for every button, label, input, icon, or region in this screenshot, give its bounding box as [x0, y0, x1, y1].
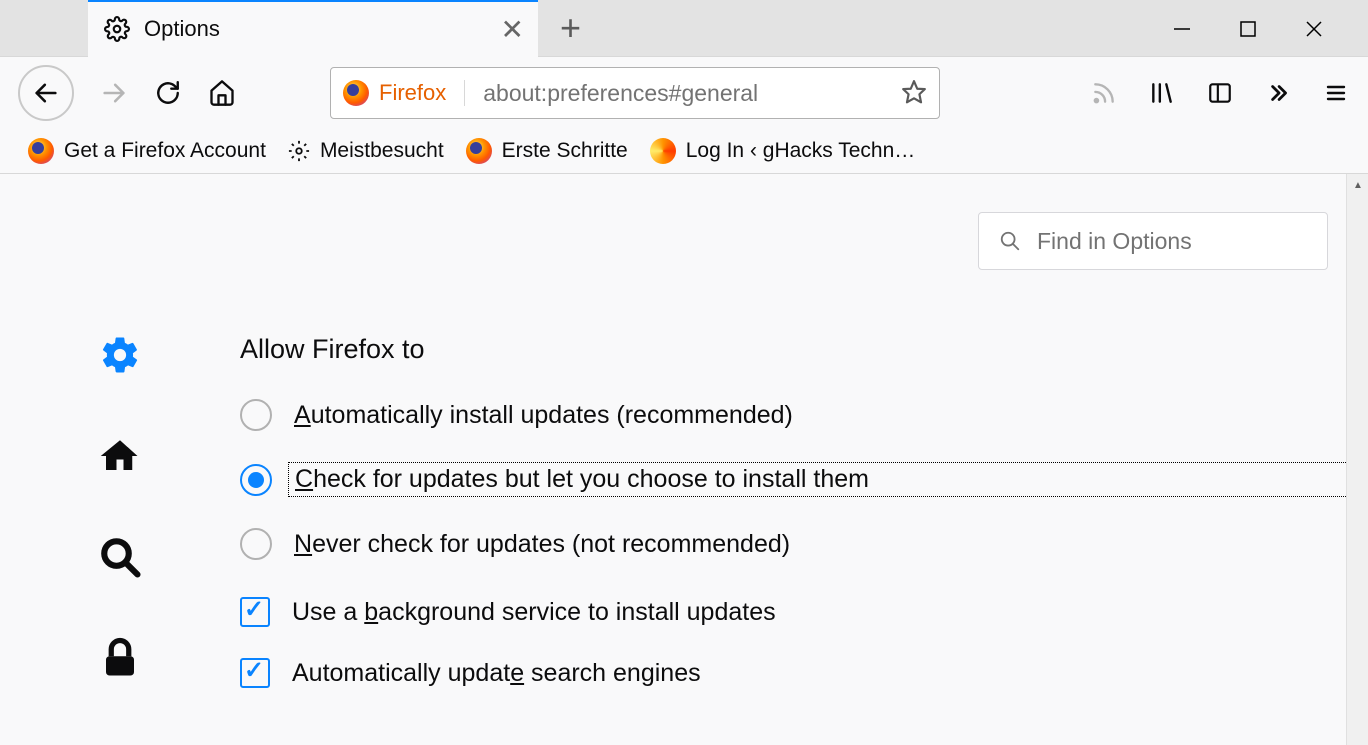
bookmark-meistbesucht[interactable]: Meistbesucht [288, 139, 444, 163]
maximize-button[interactable] [1232, 13, 1264, 45]
swirl-icon [650, 138, 676, 164]
radio-input[interactable] [240, 528, 272, 560]
radio-input[interactable] [240, 399, 272, 431]
radio-auto-install[interactable]: Automatically install updates (recommend… [240, 399, 1368, 431]
bookmark-label: Get a Firefox Account [64, 139, 266, 163]
sidebar-item-home[interactable] [99, 435, 141, 480]
firefox-icon [28, 138, 54, 164]
search-placeholder: Find in Options [1037, 228, 1192, 255]
checkbox-input[interactable] [240, 658, 270, 688]
menu-icon[interactable] [1322, 79, 1350, 107]
option-label: Automatically install updates (recommend… [294, 401, 793, 430]
search-icon [99, 536, 141, 578]
scroll-up-arrow[interactable]: ▲ [1347, 174, 1368, 196]
window-controls [1166, 0, 1368, 57]
firefox-icon [343, 80, 369, 106]
bookmark-erste-schritte[interactable]: Erste Schritte [466, 138, 628, 164]
bookmark-label: Erste Schritte [502, 139, 628, 163]
url-brand-label: Firefox [379, 80, 446, 106]
browser-tab-options[interactable]: Options ✕ [88, 0, 538, 57]
gear-icon [99, 334, 141, 376]
nav-bar: Firefox about:preferences#general [0, 57, 1368, 129]
gear-icon [104, 16, 130, 42]
search-options-input[interactable]: Find in Options [978, 212, 1328, 270]
bookmark-firefox-account[interactable]: Get a Firefox Account [28, 138, 266, 164]
tab-bar: Options ✕ + [0, 0, 1368, 57]
library-icon[interactable] [1148, 79, 1176, 107]
option-label: Automatically update search engines [292, 659, 701, 688]
home-button[interactable] [208, 79, 236, 107]
section-title: Allow Firefox to [240, 334, 1368, 365]
sidebar-item-privacy[interactable] [99, 637, 141, 682]
gear-icon [288, 140, 310, 162]
lock-icon [99, 637, 141, 679]
overflow-icon[interactable] [1264, 79, 1292, 107]
sidebar-toggle-icon[interactable] [1206, 79, 1234, 107]
content-area: Find in Options Allow Firefox to Automat… [0, 174, 1368, 745]
bookmarks-bar: Get a Firefox Account Meistbesucht Erste… [0, 129, 1368, 174]
firefox-icon [466, 138, 492, 164]
back-button[interactable] [18, 65, 74, 121]
bookmark-star-icon[interactable] [901, 79, 927, 108]
new-tab-button[interactable]: + [560, 7, 581, 49]
sidebar-item-search[interactable] [99, 536, 141, 581]
radio-check-updates[interactable]: Check for updates but let you choose to … [240, 462, 1368, 497]
bookmark-ghacks[interactable]: Log In ‹ gHacks Techn… [650, 138, 916, 164]
reload-button[interactable] [154, 79, 182, 107]
radio-never-check[interactable]: Never check for updates (not recommended… [240, 528, 1368, 560]
check-update-search-engines[interactable]: Automatically update search engines [240, 658, 1368, 688]
option-label: Never check for updates (not recommended… [294, 530, 790, 559]
minimize-button[interactable] [1166, 13, 1198, 45]
bookmark-label: Log In ‹ gHacks Techn… [686, 139, 916, 163]
checkbox-input[interactable] [240, 597, 270, 627]
feed-icon[interactable] [1090, 79, 1118, 107]
close-window-button[interactable] [1298, 13, 1330, 45]
url-bar[interactable]: Firefox about:preferences#general [330, 67, 940, 119]
url-identity[interactable]: Firefox [343, 80, 465, 106]
bookmark-label: Meistbesucht [320, 139, 444, 163]
option-label: Check for updates but let you choose to … [288, 462, 1368, 497]
close-tab-icon[interactable]: ✕ [501, 13, 524, 46]
check-background-service[interactable]: Use a background service to install upda… [240, 597, 1368, 627]
radio-input[interactable] [240, 464, 272, 496]
home-icon [99, 435, 141, 477]
preferences-sidebar [0, 174, 240, 745]
url-address[interactable]: about:preferences#general [465, 80, 901, 107]
option-label: Use a background service to install upda… [292, 598, 776, 627]
search-icon [999, 230, 1021, 252]
tab-title: Options [144, 16, 220, 42]
vertical-scrollbar[interactable]: ▲ [1346, 174, 1368, 745]
forward-button[interactable] [100, 79, 128, 107]
sidebar-item-general[interactable] [99, 334, 141, 379]
